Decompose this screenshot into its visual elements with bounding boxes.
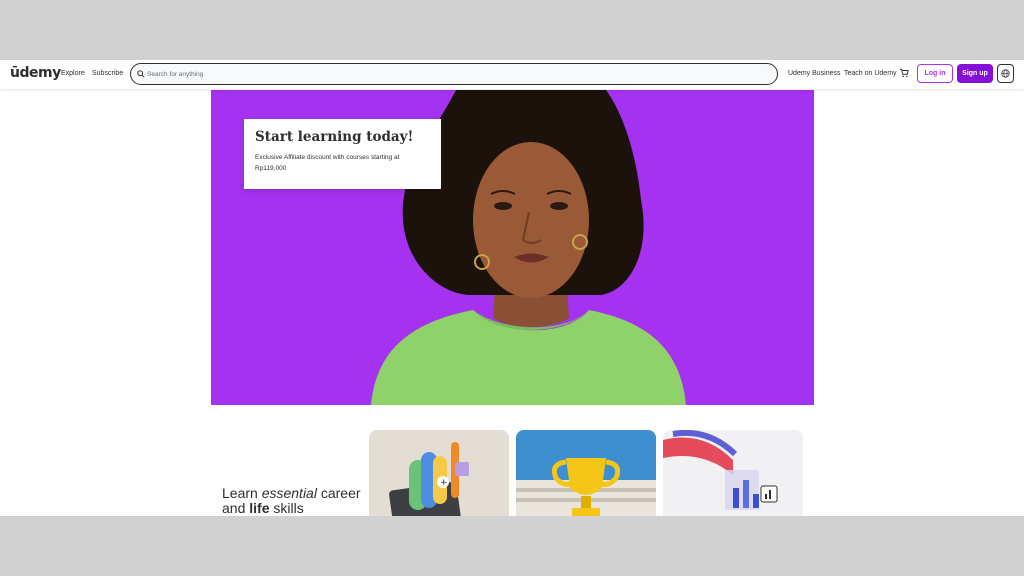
hero-description-line-1: Exclusive Affiliate discount with course…: [255, 154, 400, 161]
feature-tile-1[interactable]: +: [369, 430, 509, 516]
page: ūdemy Explore Subscribe Udemy Business T…: [0, 60, 1024, 516]
udemy-logo[interactable]: ūdemy: [10, 65, 61, 81]
top-nav: ūdemy Explore Subscribe Udemy Business T…: [0, 60, 1024, 89]
teach-on-udemy-link[interactable]: Teach on Udemy: [844, 70, 897, 77]
udemy-business-link[interactable]: Udemy Business: [788, 70, 841, 77]
tagline-line-1: Learn essential career: [222, 486, 361, 501]
tagline-line-2: and life skills: [222, 501, 361, 516]
hero-description: Exclusive Affiliate discount with course…: [255, 152, 430, 174]
explore-link[interactable]: Explore: [61, 70, 85, 77]
tagline-and: and: [222, 500, 246, 516]
hero-card: Start learning today! Exclusive Affiliat…: [244, 119, 441, 189]
feature-tile-3[interactable]: [663, 430, 803, 516]
language-button[interactable]: [997, 64, 1014, 83]
tagline-career: career: [320, 485, 361, 501]
signup-button[interactable]: Sign up: [957, 64, 993, 83]
search-icon: [137, 70, 145, 78]
tagline: Learn essential career and life skills: [222, 486, 361, 516]
subscribe-link[interactable]: Subscribe: [92, 70, 123, 77]
logo-text: ūdemy: [10, 65, 61, 81]
tagline-essential: essential: [261, 485, 317, 501]
tagline-skills: skills: [273, 500, 304, 516]
devices-illustration-icon: +: [369, 430, 509, 516]
hero-price: Rp119,000: [255, 165, 287, 172]
tagline-life: life: [249, 500, 270, 516]
analytics-illustration-icon: [663, 430, 803, 516]
hero-banner: Start learning today! Exclusive Affiliat…: [211, 90, 814, 405]
svg-text:+: +: [440, 478, 448, 488]
cart-icon[interactable]: [899, 68, 909, 78]
tagline-learn: Learn: [222, 485, 258, 501]
search-bar[interactable]: [130, 63, 778, 85]
login-button[interactable]: Log in: [917, 64, 953, 83]
trophy-illustration-icon: [516, 430, 656, 516]
feature-tile-2[interactable]: [516, 430, 656, 516]
search-input[interactable]: [147, 67, 747, 81]
globe-icon: [1001, 69, 1010, 78]
hero-title: Start learning today!: [255, 129, 414, 145]
